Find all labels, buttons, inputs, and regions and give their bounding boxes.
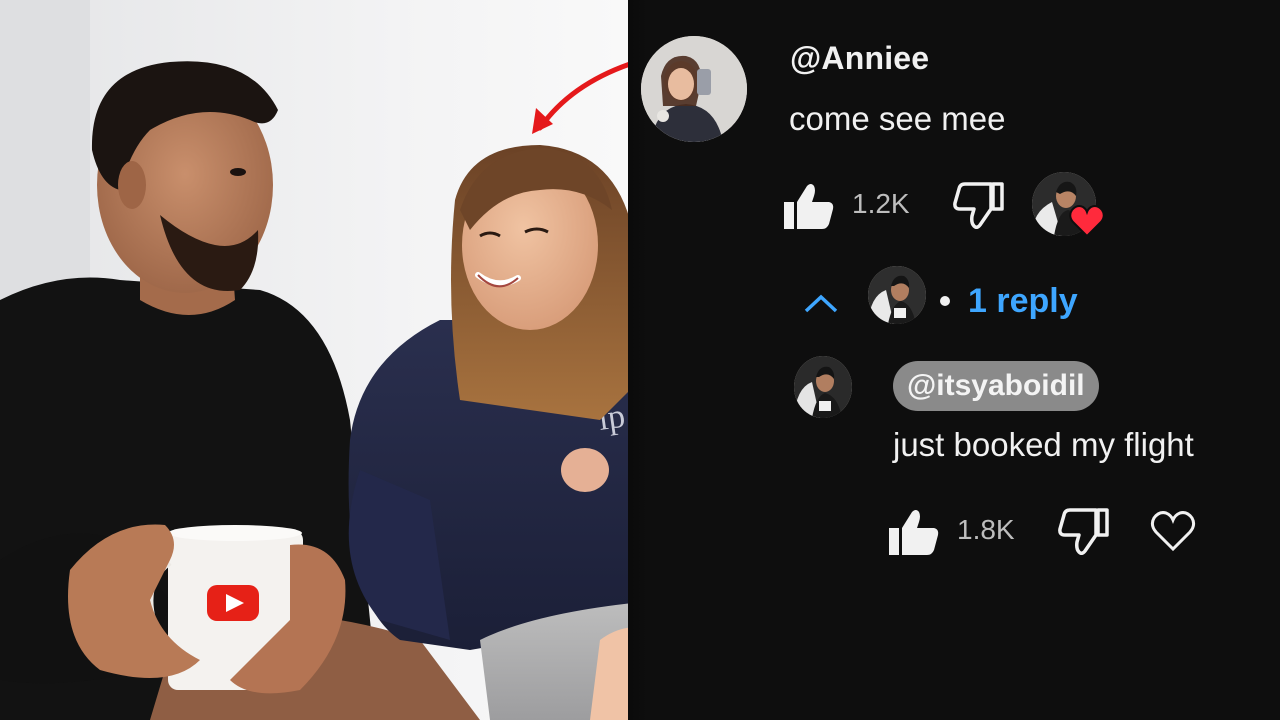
thumbs-up-icon[interactable] (783, 182, 835, 230)
creator-handle-badge[interactable]: @itsyaboidil (893, 361, 1099, 411)
reply-text: just booked my flight (893, 426, 1194, 463)
comment-text: come see mee (789, 100, 1006, 137)
reply-thumbs-up-icon[interactable] (888, 508, 940, 556)
commenter-handle[interactable]: @Anniee (790, 40, 929, 77)
reply-like-count: 1.8K (957, 514, 1015, 545)
separator-dot (940, 296, 950, 306)
heart-outline-icon[interactable] (1150, 510, 1196, 552)
like-count: 1.2K (852, 188, 910, 219)
reply-avatar[interactable] (794, 356, 852, 418)
creator-heart-icon (1069, 205, 1105, 238)
view-replies-link[interactable]: 1 reply (968, 282, 1078, 321)
commenter-avatar[interactable] (641, 36, 747, 142)
chevron-up-icon[interactable] (803, 292, 839, 314)
reply-thumbs-down-icon[interactable] (1058, 508, 1110, 556)
thumbs-down-icon[interactable] (953, 182, 1005, 230)
reply-preview-avatar (868, 266, 926, 324)
